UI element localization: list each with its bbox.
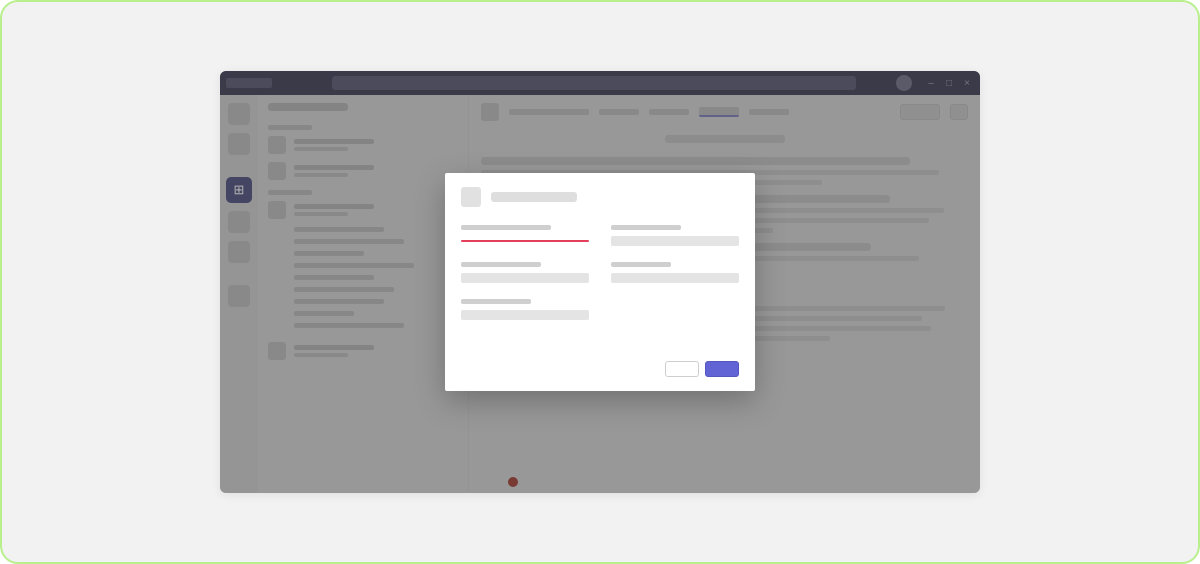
form-field [611, 225, 739, 246]
form-field [611, 262, 739, 283]
form-field [461, 262, 589, 283]
confirm-button[interactable] [705, 361, 739, 377]
field-input-error[interactable] [461, 240, 589, 242]
cancel-button[interactable] [665, 361, 699, 377]
dialog-footer [461, 361, 739, 377]
dialog-title [491, 192, 577, 202]
field-input[interactable] [611, 236, 739, 246]
field-input[interactable] [461, 273, 589, 283]
illustration-frame: – □ × ⊞ [0, 0, 1200, 564]
field-label [461, 225, 551, 230]
dialog-header [461, 187, 739, 207]
form-field [461, 299, 589, 320]
app-window: – □ × ⊞ [220, 71, 980, 493]
dialog-form [461, 225, 739, 320]
dialog [445, 173, 755, 391]
field-input[interactable] [611, 273, 739, 283]
field-label [611, 262, 671, 267]
field-label [611, 225, 681, 230]
form-field [461, 225, 589, 246]
field-label [461, 262, 541, 267]
dialog-icon [461, 187, 481, 207]
field-input[interactable] [461, 310, 589, 320]
field-label [461, 299, 531, 304]
